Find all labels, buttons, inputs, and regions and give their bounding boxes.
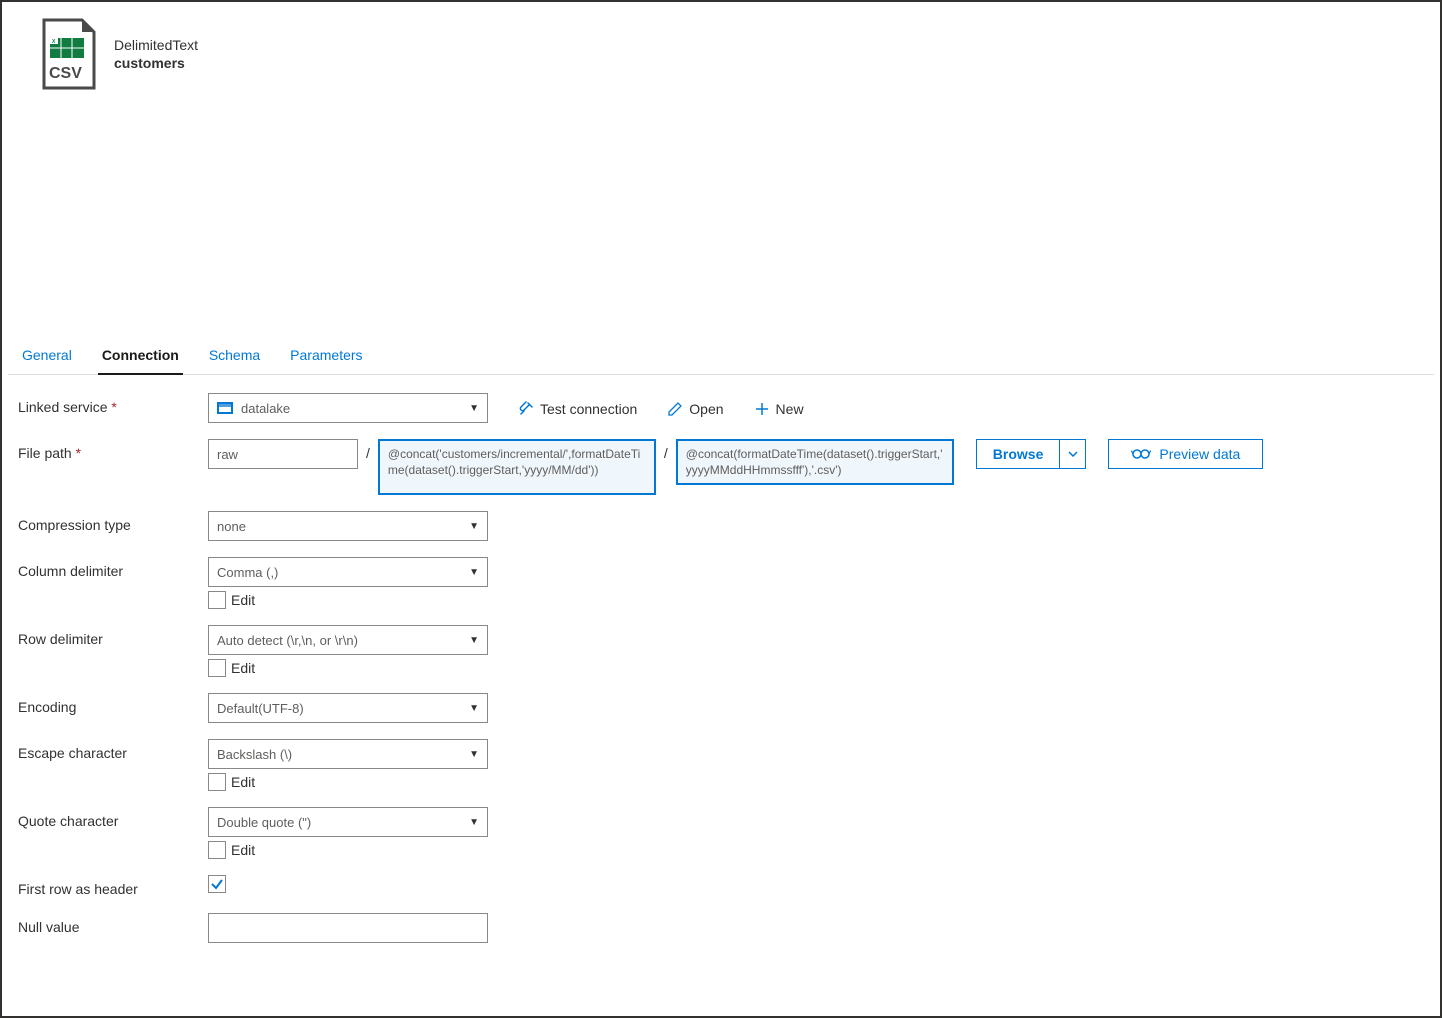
path-separator-2: /	[662, 439, 670, 467]
linked-service-select[interactable]: datalake ▼	[208, 393, 488, 423]
check-icon	[210, 877, 224, 891]
quote-char-select[interactable]: Double quote (") ▼	[208, 807, 488, 837]
svg-text:CSV: CSV	[49, 65, 82, 82]
chevron-down-icon: ▼	[469, 703, 479, 714]
plus-icon	[754, 401, 770, 417]
chevron-down-icon: ▼	[469, 635, 479, 646]
tab-schema[interactable]: Schema	[205, 339, 264, 375]
pencil-icon	[667, 401, 683, 417]
chevron-down-icon: ▼	[469, 817, 479, 828]
chevron-down-icon: ▼	[469, 749, 479, 760]
path-separator-1: /	[364, 439, 372, 467]
label-first-row-header: First row as header	[18, 875, 208, 897]
tab-connection[interactable]: Connection	[98, 339, 183, 375]
column-delimiter-edit-checkbox[interactable]	[208, 591, 226, 609]
browse-dropdown[interactable]	[1059, 440, 1085, 468]
label-row-delimiter: Row delimiter	[18, 625, 208, 647]
chevron-down-icon: ▼	[469, 567, 479, 578]
preview-icon	[1131, 448, 1151, 460]
label-compression-type: Compression type	[18, 511, 208, 533]
encoding-select[interactable]: Default(UTF-8) ▼	[208, 693, 488, 723]
first-row-header-checkbox[interactable]	[208, 875, 226, 893]
tab-parameters[interactable]: Parameters	[286, 339, 366, 375]
column-delimiter-select[interactable]: Comma (,) ▼	[208, 557, 488, 587]
label-encoding: Encoding	[18, 693, 208, 715]
tab-general[interactable]: General	[18, 339, 76, 375]
chevron-down-icon: ▼	[469, 403, 479, 414]
open-action[interactable]: Open	[667, 393, 723, 423]
compression-type-select[interactable]: none ▼	[208, 511, 488, 541]
dataset-type-label: DelimitedText	[114, 37, 198, 53]
directory-expression[interactable]: @concat('customers/incremental/',formatD…	[378, 439, 656, 495]
test-connection-action[interactable]: Test connection	[518, 393, 637, 423]
null-value-input[interactable]	[208, 913, 488, 943]
linked-service-value: datalake	[241, 401, 469, 416]
browse-button[interactable]: Browse	[977, 440, 1060, 468]
quote-char-edit-checkbox[interactable]	[208, 841, 226, 859]
dataset-tabs: General Connection Schema Parameters	[8, 338, 1434, 375]
label-quote-char: Quote character	[18, 807, 208, 829]
csv-file-icon: X CSV	[38, 18, 98, 90]
label-escape-char: Escape character	[18, 739, 208, 761]
label-linked-service: Linked service	[18, 393, 208, 415]
preview-data-button[interactable]: Preview data	[1108, 439, 1263, 469]
escape-char-edit-checkbox[interactable]	[208, 773, 226, 791]
file-expression[interactable]: @concat(formatDateTime(dataset().trigger…	[676, 439, 954, 485]
label-file-path: File path	[18, 439, 208, 461]
chevron-down-icon: ▼	[469, 521, 479, 532]
storage-icon	[217, 402, 233, 414]
plug-icon	[518, 401, 534, 417]
dataset-name: customers	[114, 55, 198, 71]
header-spacer	[8, 90, 1434, 338]
browse-split-button: Browse	[976, 439, 1087, 469]
label-null-value: Null value	[18, 913, 208, 935]
new-action[interactable]: New	[754, 393, 804, 423]
container-input[interactable]	[208, 439, 358, 469]
label-column-delimiter: Column delimiter	[18, 557, 208, 579]
escape-char-select[interactable]: Backslash (\) ▼	[208, 739, 488, 769]
row-delimiter-edit-checkbox[interactable]	[208, 659, 226, 677]
row-delimiter-select[interactable]: Auto detect (\r,\n, or \r\n) ▼	[208, 625, 488, 655]
chevron-down-icon	[1068, 451, 1078, 457]
dataset-header: X CSV DelimitedText customers	[8, 8, 1434, 90]
